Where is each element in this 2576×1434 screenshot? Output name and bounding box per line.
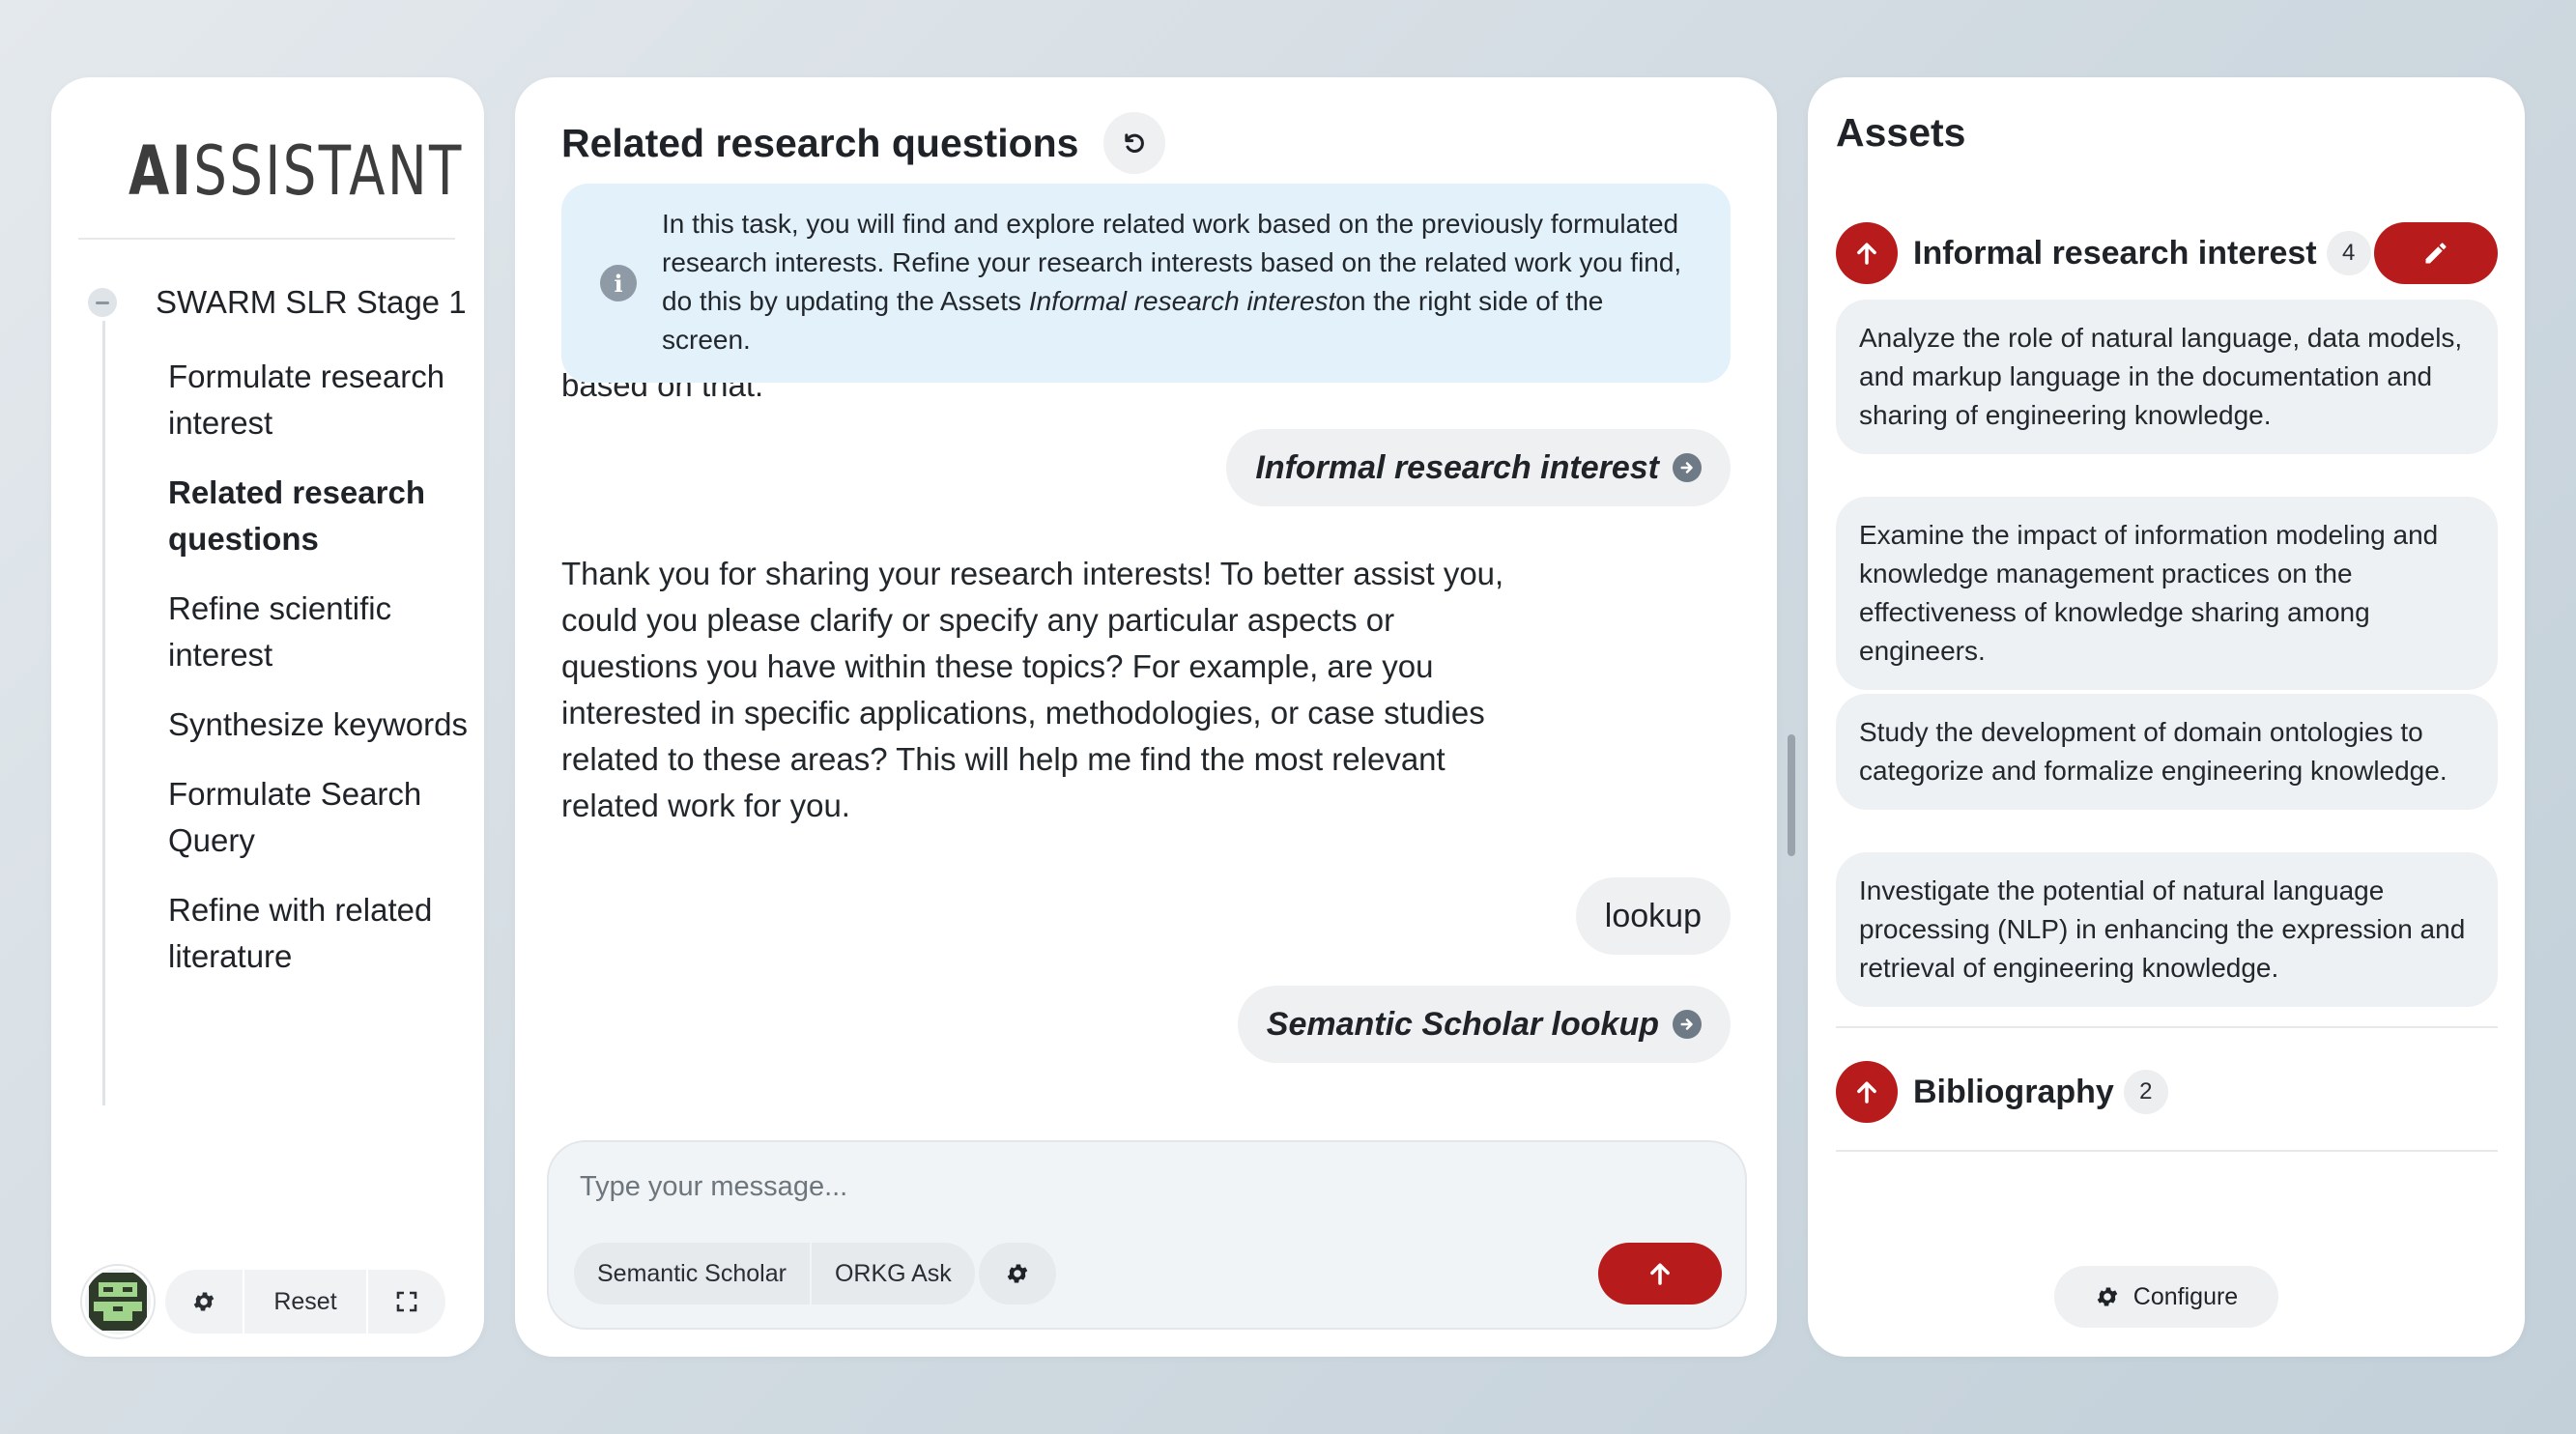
- gear-icon: [1007, 1264, 1028, 1283]
- step-formulate-search-query[interactable]: Formulate Search Query: [168, 771, 468, 864]
- arrow-up-icon: [1650, 1263, 1670, 1285]
- assets-divider: [1836, 1026, 2498, 1028]
- collapse-icon[interactable]: [88, 288, 117, 317]
- edit-button[interactable]: [2374, 222, 2498, 284]
- settings-button[interactable]: [165, 1270, 243, 1334]
- gear-icon: [2095, 1284, 2120, 1309]
- assets-divider: [1836, 1150, 2498, 1152]
- gear-icon: [193, 1292, 215, 1311]
- send-button[interactable]: [1598, 1243, 1722, 1305]
- configure-button[interactable]: Configure: [2054, 1266, 2278, 1328]
- upload-button[interactable]: [1836, 222, 1898, 284]
- tool-orkg-ask[interactable]: ORKG Ask: [809, 1243, 975, 1305]
- step-refine-scientific-interest[interactable]: Refine scientific interest: [168, 586, 468, 678]
- tool-settings-button[interactable]: [979, 1243, 1056, 1305]
- avatar-pixel-icon: [89, 1273, 147, 1331]
- arrow-right-circle-icon: [1673, 1010, 1702, 1039]
- tool-selector: Semantic Scholar ORKG Ask: [574, 1243, 975, 1305]
- asset-chip-informal-research-interest[interactable]: Informal research interest: [1226, 429, 1731, 506]
- asset-chip-label: Informal research interest: [1255, 448, 1659, 486]
- asset-chip-semantic-scholar-lookup[interactable]: Semantic Scholar lookup: [1237, 986, 1731, 1063]
- assets-title: Assets: [1836, 110, 1966, 155]
- arrow-up-icon: [1857, 243, 1876, 265]
- user-message: lookup: [1575, 877, 1731, 955]
- asset-chip-label: Semantic Scholar lookup: [1266, 1005, 1659, 1043]
- tree-line: [102, 321, 105, 1105]
- arrow-up-icon: [1857, 1081, 1876, 1104]
- assets-panel: Assets Informal research interest 4 Anal…: [1808, 77, 2525, 1357]
- sidebar-footer: Reset: [82, 1266, 445, 1337]
- step-list: Formulate research interest Related rese…: [168, 354, 468, 1003]
- message-composer: Type your message... Semantic Scholar OR…: [547, 1140, 1747, 1330]
- message-input[interactable]: Type your message...: [580, 1171, 847, 1203]
- info-text: In this task, you will find and explore …: [662, 209, 1682, 355]
- step-formulate-research-interest[interactable]: Formulate research interest: [168, 354, 468, 446]
- asset-header-informal[interactable]: Informal research interest 4: [1836, 222, 2371, 284]
- sidebar-controls: Reset: [165, 1270, 445, 1334]
- avatar[interactable]: [82, 1266, 154, 1337]
- count-badge: 2: [2123, 1070, 2168, 1114]
- interest-item[interactable]: Investigate the potential of natural lan…: [1836, 852, 2498, 1007]
- sidebar-divider: [78, 238, 455, 240]
- assistant-message: Thank you for sharing your research inte…: [561, 556, 1504, 823]
- stage-header[interactable]: SWARM SLR Stage 1: [88, 284, 467, 321]
- interest-item[interactable]: Analyze the role of natural language, da…: [1836, 300, 2498, 454]
- scrollbar-handle[interactable]: [1788, 734, 1795, 856]
- interest-item[interactable]: Study the development of domain ontologi…: [1836, 694, 2498, 810]
- asset-name: Informal research interest: [1913, 234, 2317, 272]
- info-banner: i In this task, you will find and explor…: [561, 184, 1731, 383]
- reset-button[interactable]: Reset: [243, 1270, 368, 1334]
- chat-panel: Related research questions i In this tas…: [515, 77, 1777, 1357]
- interest-item[interactable]: Examine the impact of information modeli…: [1836, 497, 2498, 690]
- arrow-right-circle-icon: [1673, 453, 1702, 482]
- stage-title: SWARM SLR Stage 1: [156, 284, 467, 320]
- configure-label: Configure: [2132, 1282, 2239, 1310]
- expand-icon: [396, 1291, 417, 1312]
- asset-header-bibliography[interactable]: Bibliography 2: [1836, 1061, 2168, 1123]
- upload-button[interactable]: [1836, 1061, 1898, 1123]
- fullscreen-button[interactable]: [368, 1270, 445, 1334]
- step-related-research-questions[interactable]: Related research questions: [168, 470, 468, 562]
- pencil-icon: [2425, 243, 2447, 264]
- step-refine-with-related-literature[interactable]: Refine with related literature: [168, 887, 468, 980]
- app-logo: AISSISTANT: [129, 131, 464, 211]
- step-synthesize-keywords[interactable]: Synthesize keywords: [168, 702, 468, 748]
- user-message-text: lookup: [1604, 897, 1702, 934]
- info-icon: i: [600, 265, 637, 301]
- count-badge: 4: [2326, 231, 2371, 275]
- asset-name: Bibliography: [1913, 1073, 2114, 1110]
- tool-semantic-scholar[interactable]: Semantic Scholar: [574, 1243, 810, 1305]
- sidebar-panel: AISSISTANT SWARM SLR Stage 1 Formulate r…: [51, 77, 484, 1357]
